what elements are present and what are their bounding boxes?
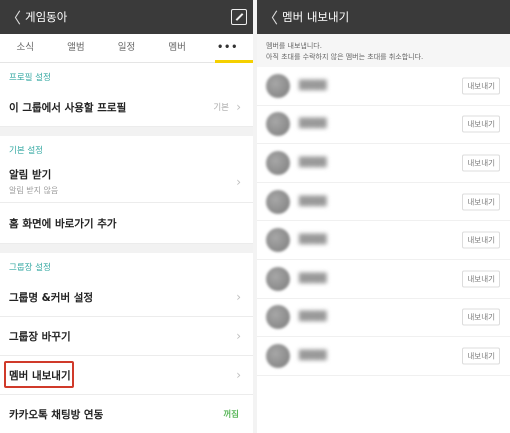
kick-member-row[interactable]: 멤버 내보내기 › [0,356,253,395]
member-row: ████ 내보내기 [257,337,510,376]
back-icon[interactable]: 〈 [263,7,278,28]
chevron-right-icon: › [236,329,241,343]
avatar [266,189,290,214]
member-row: ████ 내보내기 [257,299,510,338]
avatar [266,73,290,98]
highlight-box [4,361,74,388]
tab-members[interactable]: 멤버 [152,34,203,62]
row-label: 그룹명 &커버 설정 [9,291,94,304]
member-name: ████ [299,80,327,91]
tab-bar: 소식 앨범 일정 멤버 ••• [0,34,253,63]
section-title-leader: 그룹장 설정 [9,263,51,273]
row-label: 알림 받기 [9,169,52,181]
member-row: ████ 내보내기 [257,183,510,222]
row-sublabel: 알림 받지 않음 [9,186,59,195]
kick-button[interactable]: 내보내기 [462,231,500,249]
section-title-profile: 프로필 설정 [9,73,51,83]
kick-button[interactable]: 내보내기 [462,308,500,326]
top-bar: 〈 멤버 내보내기 [257,0,510,34]
home-shortcut-row[interactable]: 홈 화면에 바로가기 추가 [0,203,253,244]
notice-line: 멤버를 내보냅니다. [266,42,322,50]
link-status-toggle[interactable]: 꺼짐 [223,408,239,420]
kick-member-screen: 〈 멤버 내보내기 멤버를 내보냅니다. 아직 초대를 수락하지 않은 멤버는 … [257,0,510,433]
avatar [266,228,290,253]
group-title: 게임동아 [25,10,68,24]
back-icon[interactable]: 〈 [6,7,21,28]
member-name: ████ [299,196,327,207]
kick-button[interactable]: 내보내기 [462,347,500,365]
member-row: ████ 내보내기 [257,221,510,260]
kick-button[interactable]: 내보내기 [462,154,500,172]
member-row: ████ 내보내기 [257,144,510,183]
member-row: ████ 내보내기 [257,260,510,299]
kick-button[interactable]: 내보내기 [462,115,500,133]
tab-more[interactable]: ••• [202,34,253,62]
notice-box: 멤버를 내보냅니다. 아직 초대를 수락하지 않은 멤버는 초대를 취소합니다. [257,34,510,67]
row-label: 카카오톡 채팅방 연동 [9,408,104,421]
page-title: 멤버 내보내기 [282,10,350,24]
row-label: 홈 화면에 바로가기 추가 [9,217,117,230]
chevron-right-icon: › [236,100,241,114]
kick-button[interactable]: 내보내기 [462,77,500,95]
active-tab-indicator [215,60,253,63]
top-bar: 〈 게임동아 [0,0,253,34]
section-gap [0,127,253,136]
group-name-cover-row[interactable]: 그룹명 &커버 설정 › [0,278,253,317]
group-settings-screen: 〈 게임동아 소식 앨범 일정 멤버 ••• 프로필 설정 이 그룹에서 사용할… [0,0,253,433]
compose-icon[interactable] [231,9,247,25]
section-gap [0,244,253,253]
member-name: ████ [299,157,327,168]
profile-setting-row[interactable]: 이 그룹에서 사용할 프로필 기본 › [0,88,253,127]
avatar [266,266,290,291]
tab-schedule[interactable]: 일정 [101,34,152,62]
avatar [266,112,290,137]
member-name: ████ [299,273,327,284]
kakaotalk-link-row[interactable]: 카카오톡 채팅방 연동 꺼짐 [0,395,253,433]
notice-line: 아직 초대를 수락하지 않은 멤버는 초대를 취소합니다. [266,53,424,61]
notification-row[interactable]: 알림 받기 알림 받지 않음 › [0,161,253,203]
tab-news[interactable]: 소식 [0,34,51,62]
change-leader-row[interactable]: 그룹장 바꾸기 › [0,317,253,356]
member-name: ████ [299,119,327,130]
member-row: ████ 내보내기 [257,67,510,106]
member-name: ████ [299,312,327,323]
avatar [266,305,290,330]
section-title-basic: 기본 설정 [9,146,43,156]
chevron-right-icon: › [236,368,241,382]
row-label: 그룹장 바꾸기 [9,330,71,343]
member-name: ████ [299,350,327,361]
member-name: ████ [299,235,327,246]
avatar [266,150,290,175]
profile-value: 기본 [213,103,229,113]
member-row: ████ 내보내기 [257,106,510,145]
tab-album[interactable]: 앨범 [51,34,102,62]
chevron-right-icon: › [236,174,241,189]
chevron-right-icon: › [236,290,241,304]
kick-button[interactable]: 내보내기 [462,270,500,288]
kick-button[interactable]: 내보내기 [462,193,500,211]
avatar [266,343,290,368]
